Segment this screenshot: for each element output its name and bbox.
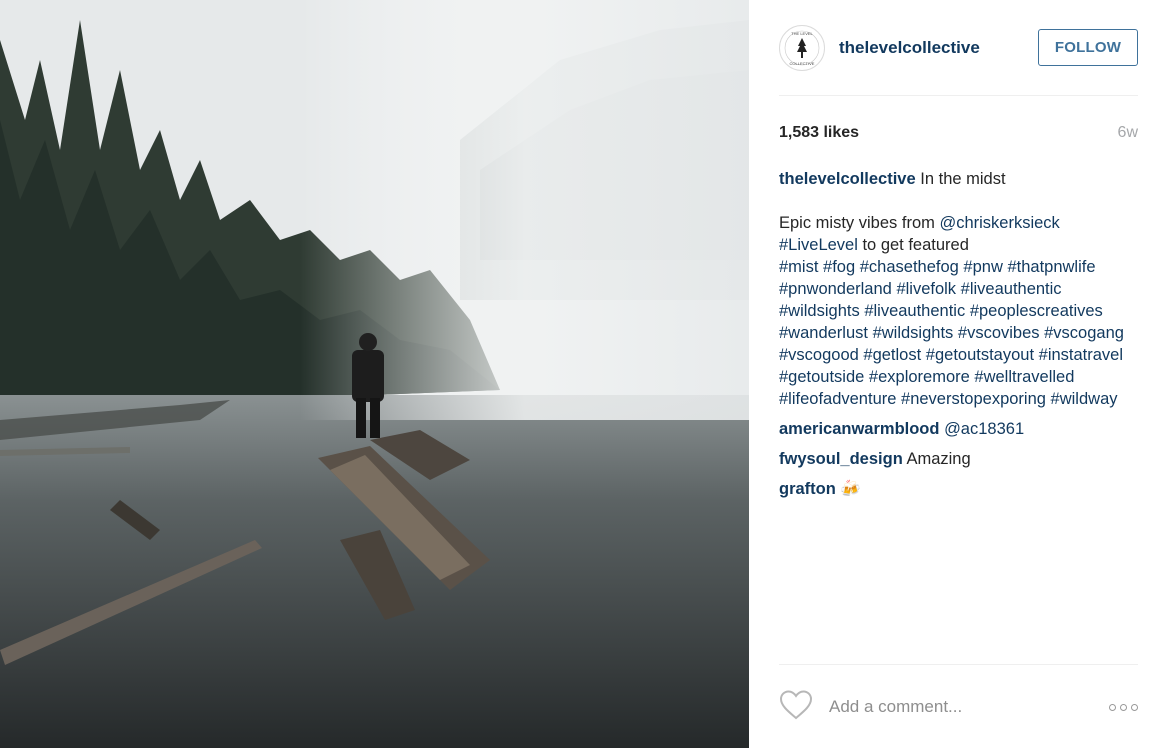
hashtag-link[interactable]: #wanderlust <box>779 324 868 342</box>
comments-list: thelevelcollective In the midst Epic mis… <box>779 168 1138 500</box>
hashtag-link[interactable]: #fog <box>823 258 855 276</box>
hashtag-link[interactable]: #wildsights <box>873 324 954 342</box>
hashtag-link[interactable]: #neverstopexporing <box>901 390 1046 408</box>
mention-link[interactable]: @chriskerksieck <box>939 214 1059 232</box>
hashtag-link[interactable]: #welltravelled <box>974 368 1074 386</box>
likes-count[interactable]: 1,583 likes <box>779 124 859 142</box>
hashtag-link[interactable]: #LiveLevel <box>779 236 858 254</box>
hashtag-link[interactable]: #thatpnwlife <box>1007 258 1095 276</box>
post-stats: 1,583 likes 6w <box>779 124 1138 142</box>
more-options-icon[interactable] <box>1109 703 1138 711</box>
post-footer: Add a comment... <box>779 664 1138 749</box>
hashtag-link[interactable]: #livefolk <box>896 280 956 298</box>
caption: thelevelcollective In the midst Epic mis… <box>779 168 1138 410</box>
hashtag-link[interactable]: #lifeofadventure <box>779 390 896 408</box>
hashtag-link[interactable]: #pnwonderland <box>779 280 892 298</box>
comment-item: grafton 🍻 <box>779 478 1138 500</box>
hashtag-link[interactable]: #liveauthentic <box>961 280 1062 298</box>
hashtag-link[interactable]: #getoutstayout <box>926 346 1034 364</box>
svg-text:COLLECTIVE: COLLECTIVE <box>790 61 815 66</box>
caption-text: to get featured <box>857 236 969 254</box>
hashtag-link[interactable]: #pnw <box>963 258 1002 276</box>
post-photo[interactable] <box>0 0 749 748</box>
follow-button[interactable]: FOLLOW <box>1038 29 1138 66</box>
hashtag-link[interactable]: #peoplescreatives <box>970 302 1103 320</box>
post-side-panel: THE LEVEL COLLECTIVE thelevelcollective … <box>749 0 1167 748</box>
post-container: THE LEVEL COLLECTIVE thelevelcollective … <box>0 0 1167 748</box>
level-collective-logo-icon: THE LEVEL COLLECTIVE <box>784 30 820 66</box>
beer-emoji-icon: 🍻 <box>840 480 861 498</box>
comment-text: Amazing <box>906 450 971 468</box>
hashtag-link[interactable]: #vscovibes <box>958 324 1040 342</box>
author-username[interactable]: thelevelcollective <box>839 38 1038 58</box>
hashtag-link[interactable]: #chasethefog <box>860 258 959 276</box>
comment-text[interactable]: @ac18361 <box>944 420 1024 438</box>
add-comment-input[interactable]: Add a comment... <box>829 697 1109 717</box>
hashtag-link[interactable]: #vscogang <box>1044 324 1124 342</box>
hashtag-list: #mist #fog #chasethefog #pnw #thatpnwlif… <box>779 258 1124 408</box>
caption-username[interactable]: thelevelcollective <box>779 170 916 188</box>
hashtag-link[interactable]: #wildsights <box>779 302 860 320</box>
post-age[interactable]: 6w <box>1118 124 1138 142</box>
svg-text:THE LEVEL: THE LEVEL <box>791 31 813 36</box>
heart-icon[interactable] <box>779 689 813 725</box>
hashtag-link[interactable]: #getlost <box>863 346 921 364</box>
comment-username[interactable]: grafton <box>779 480 836 498</box>
misty-lake-image <box>0 0 749 748</box>
comment-item: americanwarmblood @ac18361 <box>779 418 1138 440</box>
hashtag-link[interactable]: #vscogood <box>779 346 859 364</box>
hashtag-link[interactable]: #wildway <box>1051 390 1118 408</box>
hashtag-link[interactable]: #instatravel <box>1039 346 1123 364</box>
comment-username[interactable]: americanwarmblood <box>779 420 939 438</box>
post-header: THE LEVEL COLLECTIVE thelevelcollective … <box>779 0 1138 96</box>
caption-body: Epic misty vibes from @chriskerksieck #L… <box>779 212 1138 410</box>
hashtag-link[interactable]: #liveauthentic <box>864 302 965 320</box>
avatar[interactable]: THE LEVEL COLLECTIVE <box>779 24 825 71</box>
comment-username[interactable]: fwysoul_design <box>779 450 903 468</box>
caption-title: In the midst <box>920 170 1006 188</box>
hashtag-link[interactable]: #mist <box>779 258 818 276</box>
hashtag-link[interactable]: #exploremore <box>869 368 970 386</box>
comment-item: fwysoul_design Amazing <box>779 448 1138 470</box>
hashtag-link[interactable]: #getoutside <box>779 368 864 386</box>
caption-text: Epic misty vibes from <box>779 214 940 232</box>
